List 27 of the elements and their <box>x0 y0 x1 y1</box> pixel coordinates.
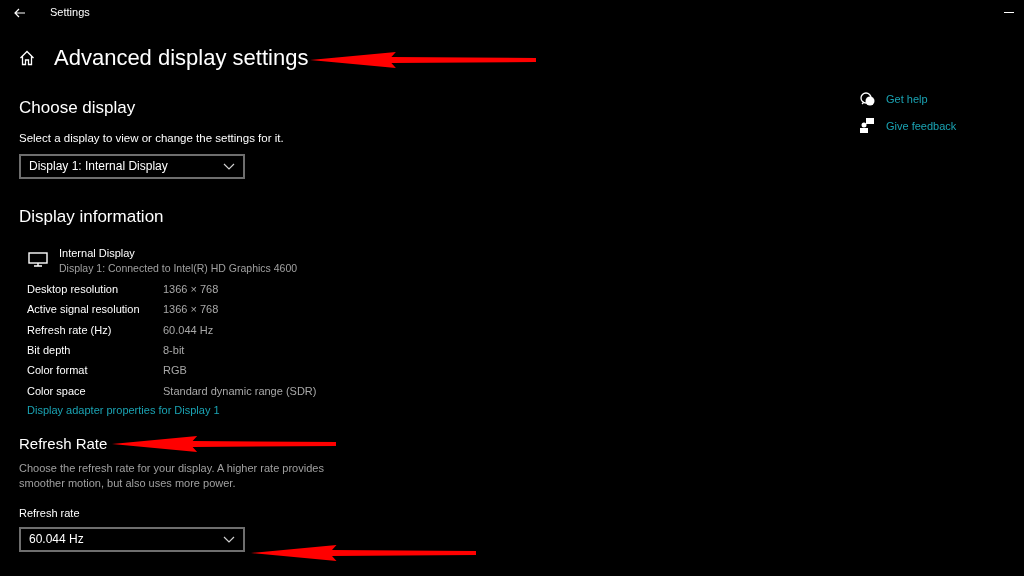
dropdown[interactable]: Display 1: Internal Display <box>19 153 245 179</box>
info-label: Bit depth <box>27 343 72 359</box>
section-description: Select a display to view or change the settings for it. <box>19 130 285 146</box>
display-name: Internal Display <box>59 246 136 262</box>
field-label: Refresh rate <box>19 506 81 522</box>
info-label: Active signal resolution <box>27 302 141 318</box>
info-label: Refresh rate (Hz) <box>27 322 113 338</box>
info-value: RGB <box>163 363 187 379</box>
section-description: Choose the refresh rate for your display. A higher rate provides smoother motion, but also uses more power. <box>19 461 325 492</box>
info-value: 8-bit <box>163 343 185 359</box>
section-heading: Display information <box>19 205 165 228</box>
help-link[interactable]: Give feedback <box>886 117 957 134</box>
dropdown[interactable]: 60.044 Hz <box>19 526 245 552</box>
info-value: 1366 × 768 <box>163 282 219 298</box>
display-subtitle: Display 1: Connected to Intel(R) HD Graphics 4600 <box>59 261 298 277</box>
info-value: Standard dynamic range (SDR) <box>163 383 317 399</box>
window-title: Settings <box>50 5 90 21</box>
section-heading: Choose display <box>19 97 137 119</box>
info-label: Color space <box>27 383 87 399</box>
page-title: Advanced display settings <box>54 47 309 69</box>
info-label: Color format <box>27 363 89 379</box>
info-value: 60.044 Hz <box>163 322 214 338</box>
section-heading: Refresh Rate <box>19 433 108 454</box>
info-label: Desktop resolution <box>27 282 120 298</box>
adapter-properties-link[interactable]: Display adapter properties for Display 1 <box>27 402 860 419</box>
info-value: 1366 × 768 <box>163 302 219 318</box>
help-link[interactable]: Get help <box>886 91 928 108</box>
